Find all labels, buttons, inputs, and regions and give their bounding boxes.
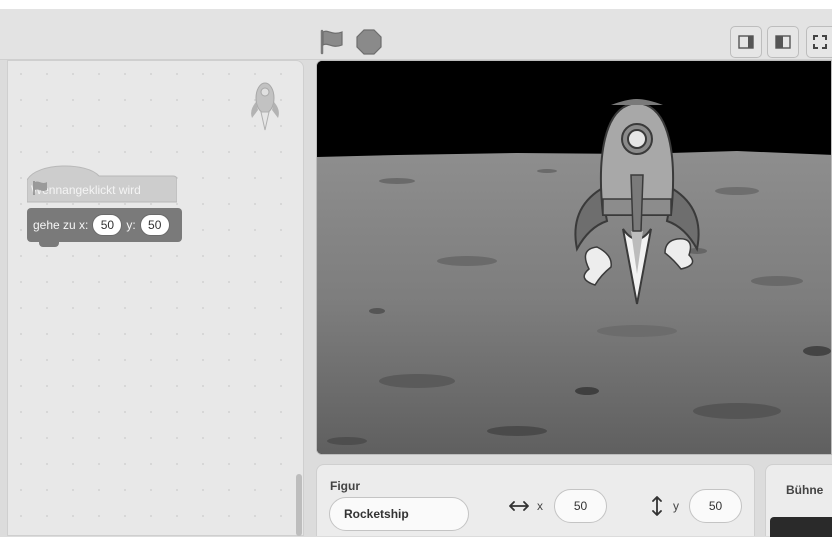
x-value-input[interactable]: 50 [92,214,123,236]
stop-button[interactable] [356,29,382,55]
when-flag-clicked-block[interactable]: Wenn angeklickt wird [27,158,177,204]
hat-block-content: Wenn angeklickt wird [27,180,177,200]
top-strip [0,0,832,9]
stage-panel-label: Bühne [786,483,824,497]
y-position-input[interactable]: 50 [689,489,742,523]
flag-icon [320,29,343,55]
go-to-y-label: y: [126,218,136,232]
large-stage-button[interactable] [767,26,799,58]
horizontal-arrows-icon [509,501,529,511]
code-area-scrollbar[interactable] [296,474,302,536]
go-to-xy-block[interactable]: gehe zu x: 50 y: 50 [27,208,182,247]
stage-header [0,9,832,60]
sprite-section-label: Figur [330,479,360,493]
x-position-input[interactable]: 50 [554,489,607,523]
fullscreen-button[interactable] [806,26,832,58]
sprite-name-input[interactable]: Rocketship [329,497,469,531]
stage-canvas[interactable] [316,60,832,455]
sprite-thumbnail [248,80,282,134]
hat-block-suffix: angeklickt wird [62,183,141,197]
sprite-info-panel: Figur Rocketship x 50 y 50 [316,464,755,536]
small-stage-icon [738,35,754,49]
rocketship-sprite[interactable] [567,99,707,309]
large-stage-icon [775,35,791,49]
y-value-input[interactable]: 50 [139,214,170,236]
y-label: y [673,499,679,513]
fullscreen-icon [812,35,827,49]
go-to-xy-label: gehe zu x: [33,218,89,232]
green-flag-button[interactable] [318,29,346,55]
rocket-thumbnail-icon [251,82,279,131]
vertical-arrows-icon [652,496,662,516]
stop-icon [356,29,382,55]
x-label: x [537,499,543,513]
flag-icon [33,181,47,195]
stage-thumbnail[interactable] [770,517,832,537]
stage-select-panel[interactable]: Bühne [765,464,832,537]
small-stage-button[interactable] [730,26,762,58]
